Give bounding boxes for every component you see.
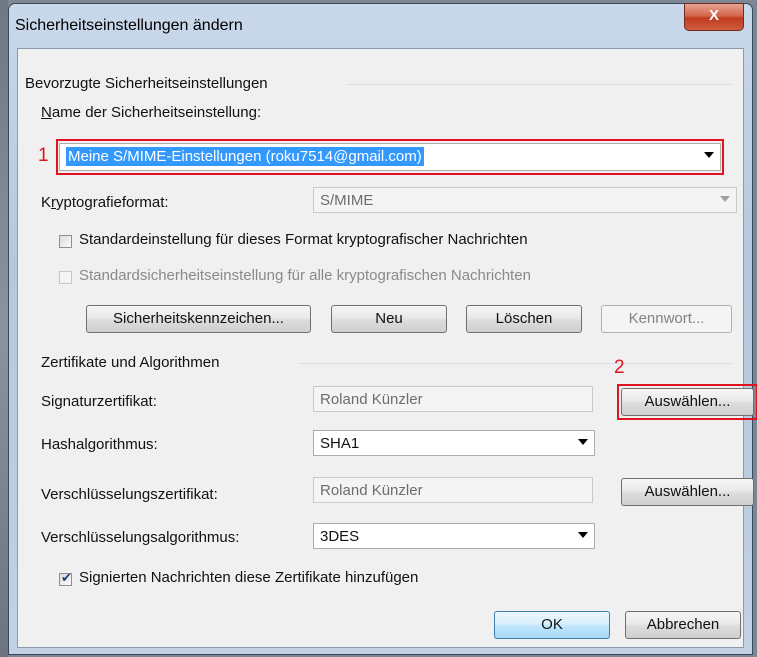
default-format-checkbox[interactable]: [59, 235, 72, 248]
group-divider: [346, 84, 732, 85]
close-button[interactable]: X: [684, 3, 744, 31]
default-all-checkbox[interactable]: [59, 271, 72, 284]
password-button[interactable]: Kennwort...: [601, 305, 732, 333]
chevron-down-icon[interactable]: [578, 532, 588, 538]
crypto-format-value: S/MIME: [320, 192, 374, 209]
hash-algorithm-label: Hashalgorithmus:: [41, 436, 158, 453]
ok-button[interactable]: OK: [494, 611, 610, 639]
choose-encryption-cert-button[interactable]: Auswählen...: [621, 478, 754, 506]
checkmark-icon: ✔: [61, 570, 72, 585]
encryption-algorithm-label: Verschlüsselungsalgorithmus:: [41, 529, 240, 546]
add-certs-checkbox[interactable]: ✔: [59, 570, 72, 586]
certs-group-label: Zertifikate und Algorithmen: [41, 354, 220, 371]
crypto-format-label: Kryptografieformat:: [41, 194, 169, 211]
signature-cert-value: Roland Künzler: [320, 391, 423, 408]
security-labels-button[interactable]: Sicherheitskennzeichen...: [86, 305, 311, 333]
cancel-button[interactable]: Abbrechen: [625, 611, 741, 639]
encryption-cert-value: Roland Künzler: [320, 482, 423, 499]
setting-name-label: Name der Sicherheitseinstellung:: [41, 104, 262, 121]
chevron-down-icon: [720, 196, 730, 202]
hash-algorithm-combobox[interactable]: SHA1: [313, 430, 595, 456]
default-all-label: Standardsicherheitseinstellung für alle …: [79, 267, 531, 284]
preferred-settings-group-label: Bevorzugte Sicherheitseinstellungen: [25, 75, 268, 92]
highlight-box-2: [617, 384, 757, 420]
default-format-label: Standardeinstellung für dieses Format kr…: [79, 231, 528, 248]
setting-name-label-rest: ame der Sicherheitseinstellung:: [51, 104, 262, 121]
signature-cert-field[interactable]: Roland Künzler: [313, 386, 593, 412]
dialog-window: Sicherheitseinstellungen ändern X Bevorz…: [8, 3, 757, 655]
highlight-box-1: [56, 139, 724, 175]
crypto-format-combobox[interactable]: S/MIME: [313, 187, 737, 213]
signature-cert-label: Signaturzertifikat:: [41, 393, 157, 410]
desktop-background: [0, 0, 8, 657]
title-bar: Sicherheitseinstellungen ändern X: [9, 3, 752, 48]
delete-button[interactable]: Löschen: [466, 305, 582, 333]
encryption-algorithm-value: 3DES: [320, 528, 360, 545]
annotation-2: 2: [614, 357, 625, 378]
chevron-down-icon[interactable]: [578, 439, 588, 445]
encryption-cert-field[interactable]: Roland Künzler: [313, 477, 593, 503]
group-divider: [298, 363, 732, 364]
add-certs-label: Signierten Nachrichten diese Zertifikate…: [79, 569, 419, 586]
encryption-cert-label: Verschlüsselungszertifikat:: [41, 486, 218, 503]
hash-algorithm-value: SHA1: [320, 435, 360, 452]
new-button[interactable]: Neu: [331, 305, 447, 333]
encryption-algorithm-combobox[interactable]: 3DES: [313, 523, 595, 549]
dialog-client-area: Bevorzugte Sicherheitseinstellungen Name…: [17, 48, 757, 648]
dialog-title: Sicherheitseinstellungen ändern: [15, 17, 243, 34]
annotation-1: 1: [38, 145, 49, 166]
